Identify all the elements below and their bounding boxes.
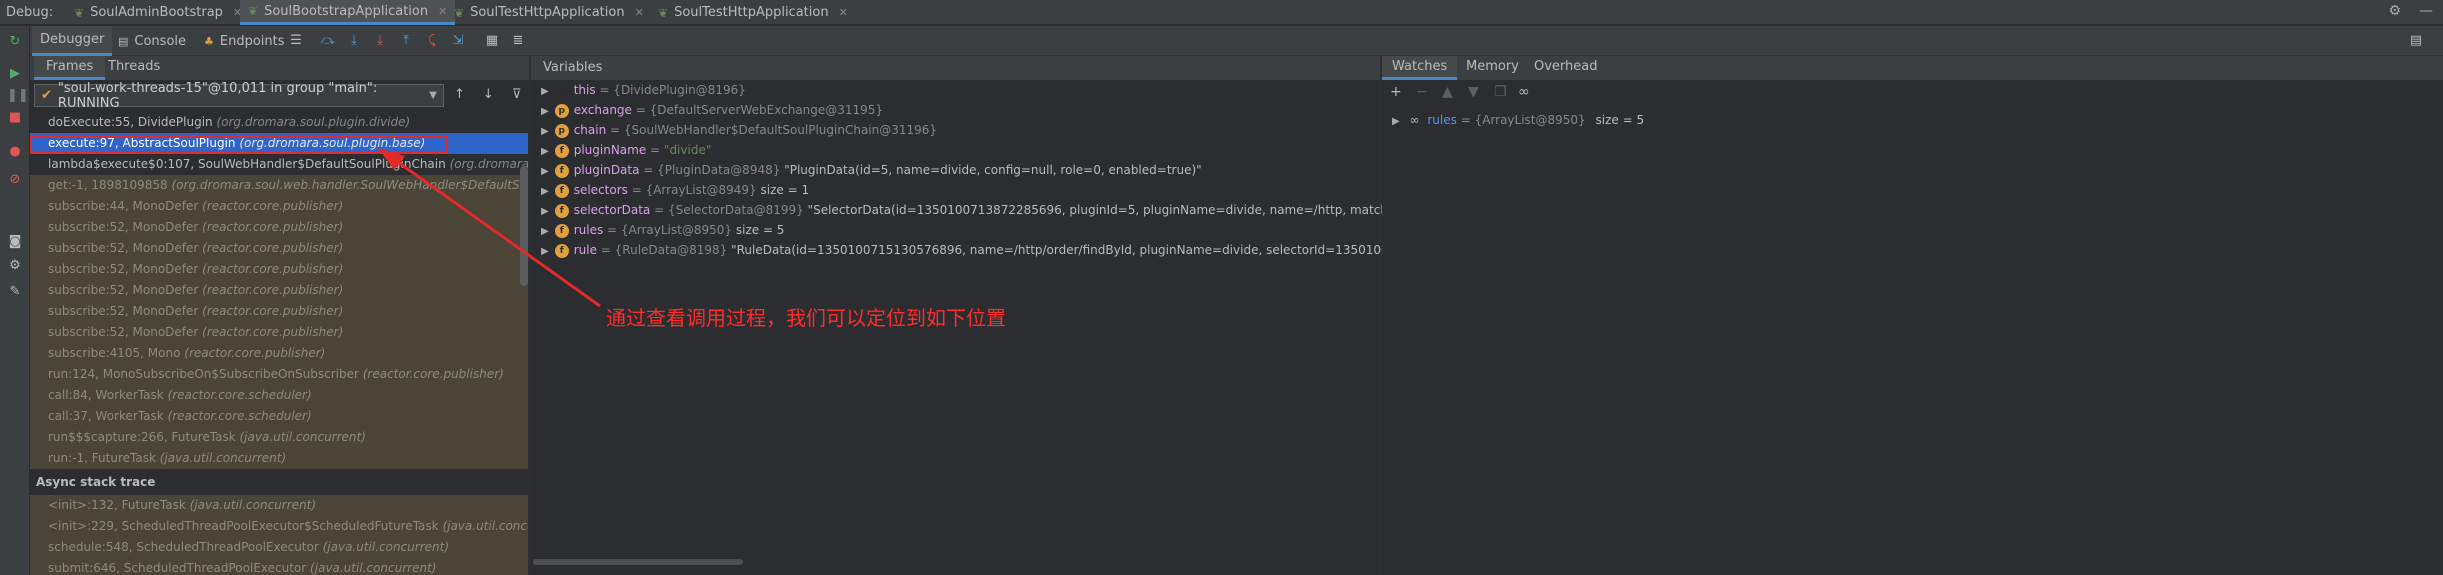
tab-watches[interactable]: Watches [1382,56,1458,80]
tab-memory[interactable]: Memory [1456,56,1529,80]
watches-panel: Watches Memory Overhead + − ▲ ▼ ❐ ∞ ▶ ∞ … [1382,56,2443,575]
annotation-text: 通过查看调用过程，我们可以定位到如下位置 [606,306,1006,330]
watch-value: = {ArrayList@8950} [1460,113,1586,127]
watch-item[interactable]: ▶ ∞ rules = {ArrayList@8950} size = 5 [1382,110,1644,130]
move-up-icon[interactable]: ▲ [1442,84,1453,100]
watch-glasses-icon: ∞ [1409,113,1420,127]
expand-arrow-icon[interactable]: ▶ [1392,116,1400,127]
tab-overhead[interactable]: Overhead [1524,56,1608,80]
remove-icon[interactable]: − [1416,84,1428,100]
glasses-icon[interactable]: ∞ [1518,84,1530,100]
watch-extra: size = 5 [1595,113,1645,127]
watches-toolbar: + − ▲ ▼ ❐ ∞ [1382,80,2443,104]
copy-icon[interactable]: ❐ [1494,84,1507,100]
watch-name: rules [1427,113,1457,127]
move-down-icon[interactable]: ▼ [1468,84,1479,100]
add-icon[interactable]: + [1390,84,1402,100]
watches-tabs: Watches Memory Overhead [1382,56,2443,80]
